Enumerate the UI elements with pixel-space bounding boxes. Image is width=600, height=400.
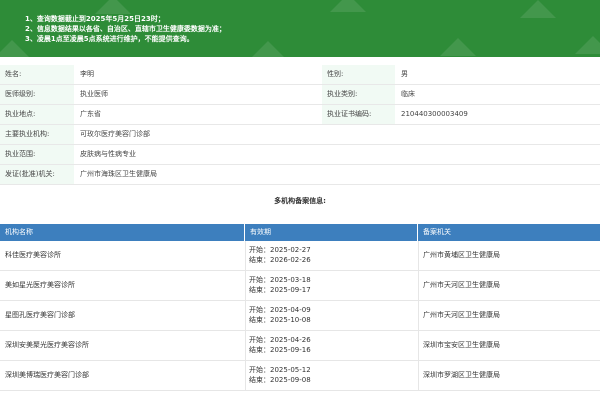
banner-decoration bbox=[440, 38, 476, 56]
info-label: 执业类别: bbox=[322, 85, 395, 104]
validity-end: 结束：2025-09-17 bbox=[249, 286, 311, 294]
notice-line: 1、查询数据截止到2025年5月25日23时； bbox=[25, 15, 165, 23]
filing-authority: 深圳市宝安区卫生健康局 bbox=[423, 341, 500, 349]
notice-line: 2、信息数据结果以各省、自治区、直辖市卫生健康委数据为准； bbox=[25, 25, 226, 33]
info-value: 可玫尔医疗美容门诊部 bbox=[80, 130, 150, 138]
filing-authority: 广州市天河区卫生健康局 bbox=[423, 281, 500, 289]
validity-period: 开始：2025-02-27 结束：2026-02-26 bbox=[245, 245, 418, 265]
validity-end: 结束：2025-09-08 bbox=[249, 376, 311, 384]
info-row: 执业范围: 皮肤病与性病专业 bbox=[0, 145, 600, 165]
validity-end: 结束：2025-10-08 bbox=[249, 316, 311, 324]
banner-decoration bbox=[575, 36, 600, 54]
validity-start: 开始：2025-03-18 bbox=[249, 276, 311, 284]
banner-decoration bbox=[250, 41, 286, 57]
table-row: 深圳美博瑞医疗美容门诊部 开始：2025-05-12 结束：2025-09-08… bbox=[0, 361, 600, 391]
institution-table: 机构名称 有效期 备案机关 科佳医疗美容诊所 开始：2025-02-27 结束：… bbox=[0, 224, 600, 391]
info-row: 执业地点: 广东省 执业证书编码: 210440300003409 bbox=[0, 105, 600, 125]
info-value: 广东省 bbox=[80, 110, 101, 118]
notice-line: 3、凌晨1点至凌晨5点系统进行维护，不能提供查询。 bbox=[25, 35, 194, 43]
validity-start: 开始：2025-02-27 bbox=[249, 246, 311, 254]
info-row: 主要执业机构: 可玫尔医疗美容门诊部 bbox=[0, 125, 600, 145]
banner-decoration bbox=[95, 0, 131, 14]
validity-end: 结束：2026-02-26 bbox=[249, 256, 311, 264]
info-label: 姓名: bbox=[0, 65, 74, 84]
institution-name: 星图孔医疗美容门诊部 bbox=[5, 311, 75, 319]
info-label: 主要执业机构: bbox=[0, 125, 74, 144]
info-value: 广州市海珠区卫生健康局 bbox=[80, 170, 157, 178]
filing-authority: 广州市黄埔区卫生健康局 bbox=[423, 251, 500, 259]
validity-period: 开始：2025-05-12 结束：2025-09-08 bbox=[245, 365, 418, 385]
info-value: 皮肤病与性病专业 bbox=[80, 150, 136, 158]
table-row: 美如星光医疗美容诊所 开始：2025-03-18 结束：2025-09-17 广… bbox=[0, 271, 600, 301]
column-header-validity[interactable]: 有效期 bbox=[245, 224, 418, 241]
section-title: 多机构备案信息: bbox=[274, 197, 326, 205]
table-header: 机构名称 有效期 备案机关 bbox=[0, 224, 600, 241]
institution-name: 美如星光医疗美容诊所 bbox=[5, 281, 75, 289]
institution-name: 深圳安美聚光医疗美容诊所 bbox=[5, 341, 89, 349]
banner-decoration bbox=[520, 0, 556, 18]
validity-start: 开始：2025-05-12 bbox=[249, 366, 311, 374]
filing-authority: 广州市天河区卫生健康局 bbox=[423, 311, 500, 319]
banner-decoration bbox=[330, 0, 366, 12]
info-value: 李明 bbox=[80, 70, 94, 78]
info-label: 执业证书编码: bbox=[322, 105, 395, 124]
validity-start: 开始：2025-04-26 bbox=[249, 336, 311, 344]
table-row: 深圳安美聚光医疗美容诊所 开始：2025-04-26 结束：2025-09-16… bbox=[0, 331, 600, 361]
info-label: 发证(批准)机关: bbox=[0, 165, 74, 184]
validity-start: 开始：2025-04-09 bbox=[249, 306, 311, 314]
info-label: 执业地点: bbox=[0, 105, 74, 124]
column-header-authority[interactable]: 备案机关 bbox=[418, 224, 600, 241]
institution-name: 深圳美博瑞医疗美容门诊部 bbox=[5, 371, 89, 379]
info-label: 执业范围: bbox=[0, 145, 74, 164]
table-row: 星图孔医疗美容门诊部 开始：2025-04-09 结束：2025-10-08 广… bbox=[0, 301, 600, 331]
notice-text: 1、查询数据截止到2025年5月25日23时； 2、信息数据结果以各省、自治区、… bbox=[25, 14, 226, 44]
column-header-name[interactable]: 机构名称 bbox=[0, 224, 245, 241]
doctor-info-table: 姓名: 李明 性别: 男 医师级别: 执业医师 执业类别: 临床 执业地点: 广… bbox=[0, 65, 600, 185]
institution-name: 科佳医疗美容诊所 bbox=[5, 251, 61, 259]
table-row: 科佳医疗美容诊所 开始：2025-02-27 结束：2026-02-26 广州市… bbox=[0, 241, 600, 271]
validity-end: 结束：2025-09-16 bbox=[249, 346, 311, 354]
filing-authority: 深圳市罗湖区卫生健康局 bbox=[423, 371, 500, 379]
info-row: 姓名: 李明 性别: 男 bbox=[0, 65, 600, 85]
info-row: 发证(批准)机关: 广州市海珠区卫生健康局 bbox=[0, 165, 600, 185]
info-row: 医师级别: 执业医师 执业类别: 临床 bbox=[0, 85, 600, 105]
info-value: 210440300003409 bbox=[401, 110, 468, 118]
validity-period: 开始：2025-04-09 结束：2025-10-08 bbox=[245, 305, 418, 325]
validity-period: 开始：2025-04-26 结束：2025-09-16 bbox=[245, 335, 418, 355]
info-value: 临床 bbox=[401, 90, 415, 98]
notice-banner: 1、查询数据截止到2025年5月25日23时； 2、信息数据结果以各省、自治区、… bbox=[0, 0, 600, 57]
info-value: 男 bbox=[401, 70, 408, 78]
validity-period: 开始：2025-03-18 结束：2025-09-17 bbox=[245, 275, 418, 295]
info-value: 执业医师 bbox=[80, 90, 108, 98]
info-label: 医师级别: bbox=[0, 85, 74, 104]
info-label: 性别: bbox=[322, 65, 395, 84]
